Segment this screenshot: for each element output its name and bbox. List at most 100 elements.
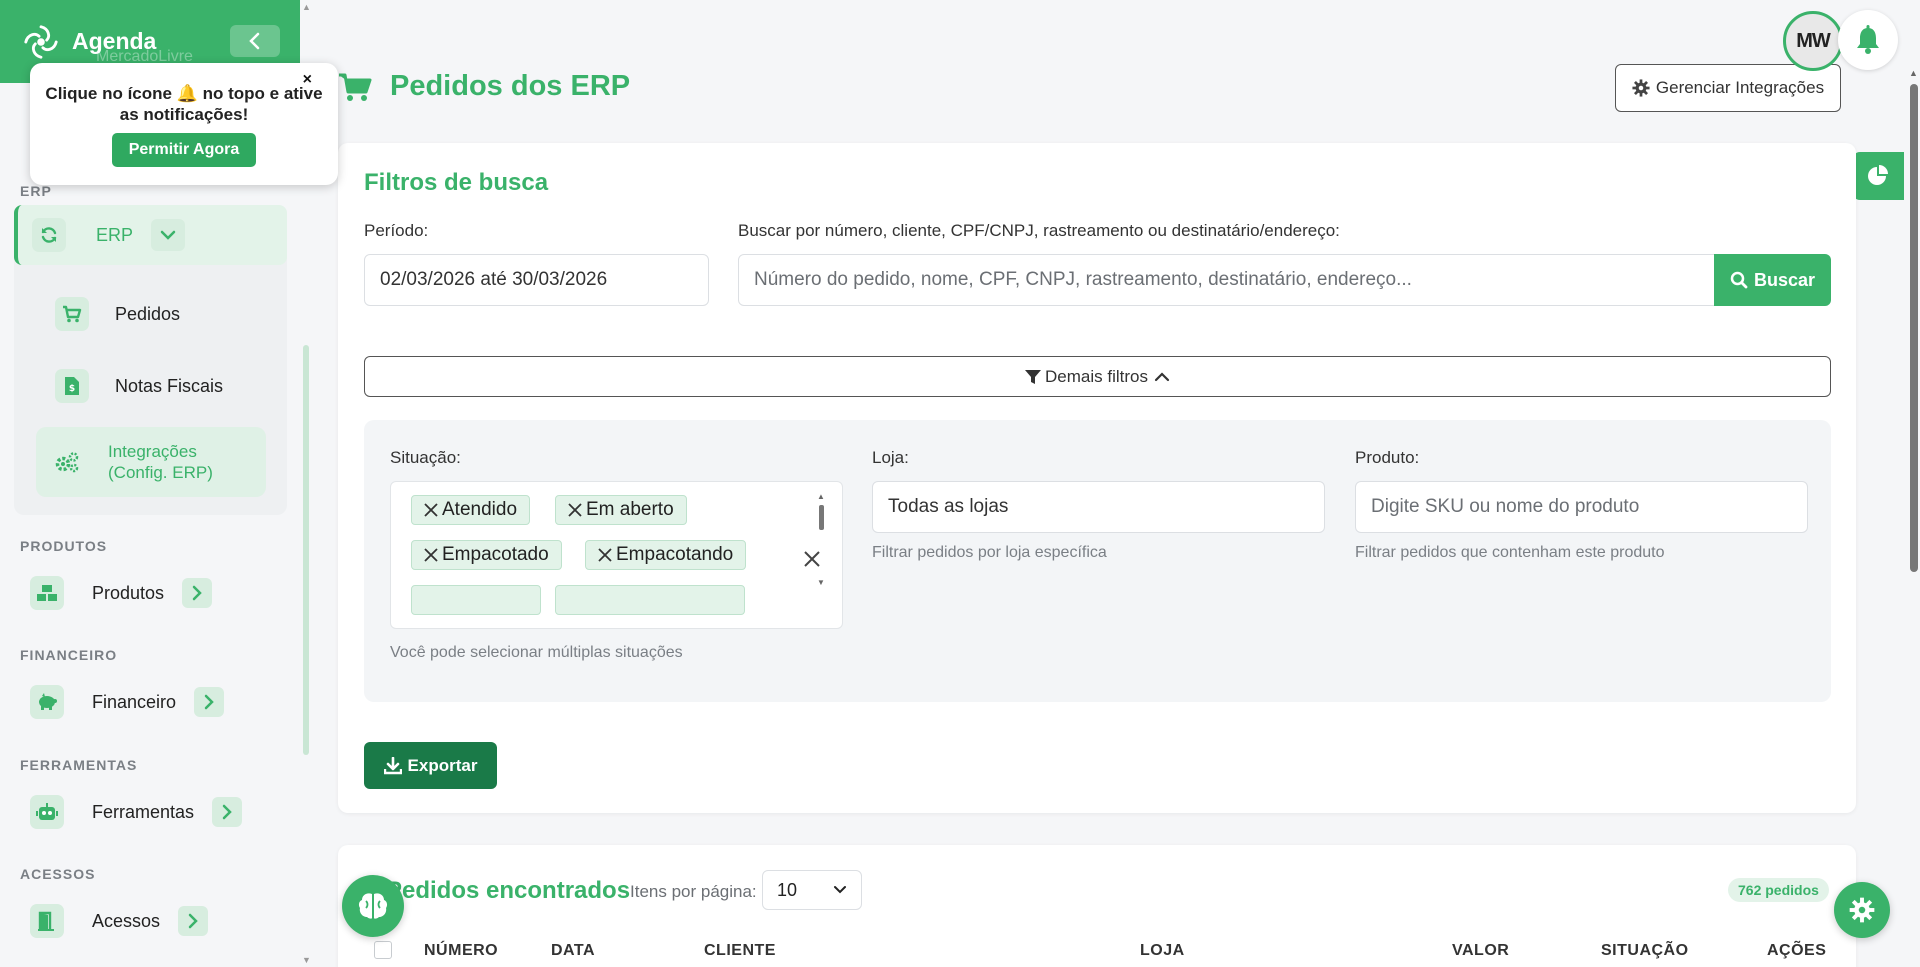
pie-chart-icon: [1868, 165, 1888, 185]
notification-message-part1: Clique no ícone: [45, 84, 177, 103]
section-label-financeiro: FINANCEIRO: [20, 647, 118, 663]
produto-input[interactable]: Digite SKU ou nome do produto: [1355, 481, 1808, 533]
door-icon: [30, 904, 64, 938]
column-header-cliente[interactable]: CLIENTE: [704, 942, 776, 960]
cart-icon: [55, 297, 89, 331]
page-scrollbar[interactable]: ▲: [1908, 0, 1920, 967]
expand-toggle[interactable]: [178, 906, 209, 936]
remove-chip-icon[interactable]: [568, 503, 582, 517]
expand-toggle[interactable]: [212, 797, 243, 827]
notification-message: Clique no ícone 🔔 no topo e ative as not…: [30, 83, 338, 125]
search-button[interactable]: Buscar: [1714, 254, 1831, 306]
situacao-chip[interactable]: Empacotando: [585, 540, 747, 570]
select-scroll-down-arrow[interactable]: ▼: [817, 578, 825, 587]
sidebar-item-financeiro[interactable]: Financeiro: [30, 685, 225, 719]
loja-hint: Filtrar pedidos por loja específica: [872, 544, 1107, 561]
brain-icon: [358, 893, 388, 919]
manage-integrations-button[interactable]: Gerenciar Integrações: [1615, 64, 1841, 112]
chevron-down-icon: [834, 886, 846, 894]
cogs-icon: [50, 445, 84, 479]
search-input[interactable]: Número do pedido, nome, CPF, CNPJ, rastr…: [738, 254, 1715, 306]
ai-assistant-button[interactable]: [342, 875, 404, 937]
chevron-down-icon: [160, 230, 176, 240]
erp-expand-toggle[interactable]: [151, 219, 186, 251]
collapse-sidebar-button[interactable]: [230, 25, 280, 57]
brand-logo-icon: [24, 24, 58, 59]
sidebar-item-label: Financeiro: [92, 691, 177, 712]
remove-chip-icon[interactable]: [424, 548, 438, 562]
period-input[interactable]: 02/03/2026 até 30/03/2026: [364, 254, 709, 306]
section-label-ferramentas: FERRAMENTAS: [20, 757, 138, 773]
remove-chip-icon[interactable]: [598, 548, 612, 562]
sidebar-scroll-down-arrow[interactable]: ▼: [302, 955, 311, 965]
notifications-button[interactable]: [1838, 10, 1898, 70]
select-scroll-thumb[interactable]: [819, 505, 824, 530]
column-header-situacao[interactable]: SITUAÇÃO: [1601, 942, 1689, 960]
download-icon: [383, 756, 402, 774]
remove-chip-icon[interactable]: [424, 503, 438, 517]
settings-fab-button[interactable]: [1834, 882, 1890, 938]
column-header-valor[interactable]: VALOR: [1452, 942, 1509, 960]
sidebar-item-erp[interactable]: ERP: [14, 205, 287, 265]
expand-toggle[interactable]: [182, 578, 213, 608]
sidebar-subitem-notas-fiscais[interactable]: $ Notas Fiscais: [55, 369, 223, 403]
search-icon: [1730, 271, 1748, 289]
per-page-label: Itens por página:: [630, 882, 757, 901]
sidebar-scrollbar[interactable]: [303, 345, 309, 755]
situacao-chip[interactable]: Atendido: [411, 495, 531, 525]
export-button[interactable]: Exportar: [364, 742, 497, 789]
sidebar-item-label: Acessos: [92, 910, 161, 931]
select-scroll-up-arrow[interactable]: ▲: [817, 492, 825, 501]
situacao-chip-partial[interactable]: [555, 585, 745, 615]
chevron-left-icon: [249, 32, 260, 50]
sidebar-item-acessos[interactable]: Acessos: [30, 904, 209, 938]
results-count-badge: 762 pedidos: [1728, 878, 1829, 902]
page-title-text: Pedidos dos ERP: [390, 70, 631, 102]
sidebar-scroll-up-arrow[interactable]: ▲: [302, 2, 311, 12]
situacao-chip-label: Empacotando: [616, 544, 734, 565]
situacao-multiselect[interactable]: Atendido Em aberto Empacotado Empacotand…: [390, 481, 843, 629]
more-filters-toggle[interactable]: Demais filtros: [364, 356, 1831, 397]
chevron-right-icon: [192, 585, 202, 601]
bell-icon: [1857, 25, 1879, 54]
piggy-bank-icon: [30, 685, 64, 719]
section-label-produtos: PRODUTOS: [20, 538, 108, 554]
filters-card: Filtros de busca Período: 02/03/2026 até…: [338, 143, 1856, 813]
scroll-up-arrow[interactable]: ▲: [1909, 68, 1918, 78]
expand-toggle[interactable]: [194, 687, 225, 717]
close-popup-button[interactable]: ×: [303, 71, 312, 89]
stats-side-tab[interactable]: [1852, 152, 1904, 200]
section-label-acessos: ACESSOS: [20, 866, 96, 882]
avatar[interactable]: MW: [1783, 11, 1843, 71]
sidebar-item-label: Ferramentas: [92, 801, 195, 822]
loja-select[interactable]: Todas as lojas: [872, 481, 1325, 533]
sidebar-subitem-integracoes[interactable]: Integrações (Config. ERP): [36, 427, 266, 497]
sidebar-subitem-label: Integrações (Config. ERP): [108, 442, 213, 482]
invoice-icon: $: [55, 369, 89, 403]
notification-prompt: × Clique no ícone 🔔 no topo e ative as n…: [30, 63, 338, 185]
select-all-checkbox[interactable]: [374, 941, 392, 959]
column-header-loja[interactable]: LOJA: [1140, 942, 1185, 960]
page-scrollbar-thumb[interactable]: [1910, 84, 1918, 572]
situacao-label: Situação:: [390, 448, 461, 467]
chevron-right-icon: [188, 913, 198, 929]
sidebar-subitem-pedidos[interactable]: Pedidos: [55, 297, 180, 331]
column-header-numero[interactable]: NÚMERO: [424, 942, 498, 960]
gear-icon: [1849, 897, 1875, 923]
clear-all-icon[interactable]: [803, 550, 821, 568]
column-header-data[interactable]: DATA: [551, 942, 595, 960]
sidebar-item-produtos[interactable]: Produtos: [30, 576, 213, 610]
sidebar-item-label: Produtos: [92, 582, 165, 603]
situacao-chip[interactable]: Empacotado: [411, 540, 562, 570]
produto-label: Produto:: [1355, 448, 1420, 467]
sidebar-item-ferramentas[interactable]: Ferramentas: [30, 795, 243, 829]
situacao-hint: Você pode selecionar múltiplas situações: [390, 644, 683, 661]
situacao-chip-partial[interactable]: [411, 585, 541, 615]
bell-emoji-icon: 🔔: [176, 84, 198, 103]
produto-hint: Filtrar pedidos que contenham este produ…: [1355, 544, 1665, 561]
per-page-select[interactable]: 10: [762, 870, 862, 910]
search-button-label: Buscar: [1753, 269, 1816, 290]
allow-notifications-button[interactable]: Permitir Agora: [111, 133, 257, 167]
column-header-acoes[interactable]: AÇÕES: [1767, 942, 1826, 960]
situacao-chip[interactable]: Em aberto: [555, 495, 687, 525]
